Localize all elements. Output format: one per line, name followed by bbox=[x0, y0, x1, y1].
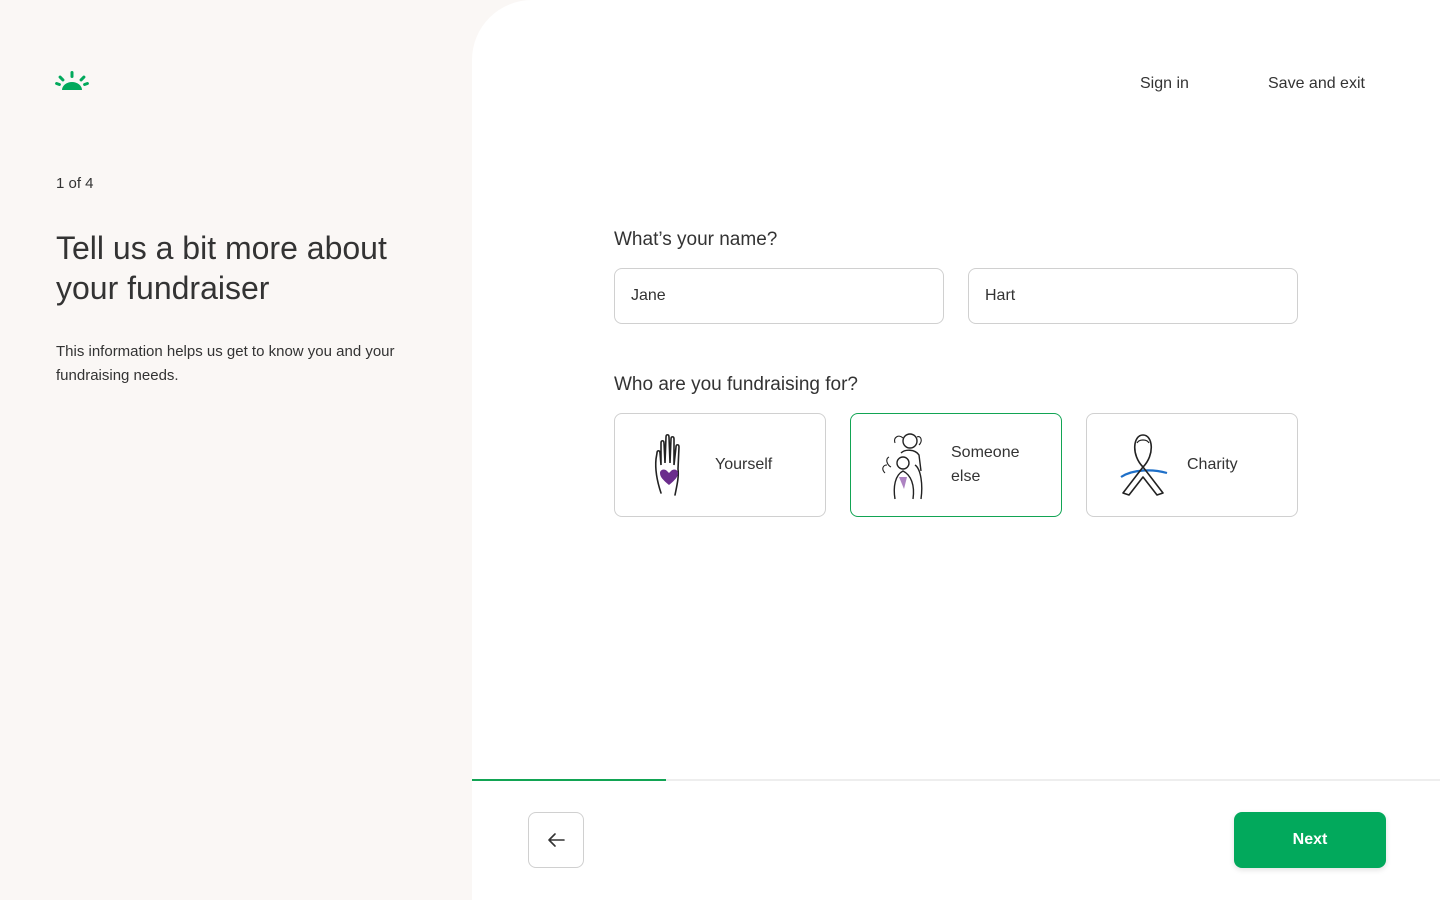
sign-in-link[interactable]: Sign in bbox=[1140, 75, 1189, 93]
progress-bar bbox=[472, 779, 1440, 781]
arrow-left-icon bbox=[548, 833, 565, 847]
option-charity[interactable]: Charity bbox=[1086, 413, 1298, 517]
first-name-input[interactable] bbox=[614, 268, 944, 324]
option-label: Yourself bbox=[715, 456, 773, 473]
page-description: This information helps us get to know yo… bbox=[56, 343, 395, 384]
option-yourself[interactable]: Yourself bbox=[614, 413, 826, 517]
back-button[interactable] bbox=[528, 812, 584, 868]
name-question: What’s your name? bbox=[614, 229, 778, 250]
main-panel: Sign in Save and exit What’s your name? … bbox=[472, 0, 1440, 900]
left-panel: 1 of 4 Tell us a bit more about your fun… bbox=[0, 0, 472, 900]
option-someone-else[interactable]: Someone else bbox=[850, 413, 1062, 517]
hand-heart-icon bbox=[654, 433, 680, 496]
option-label: Someone else bbox=[951, 444, 1020, 485]
people-hug-icon bbox=[882, 433, 923, 500]
last-name-input[interactable] bbox=[968, 268, 1298, 324]
ribbon-icon bbox=[1120, 434, 1168, 496]
save-and-exit-link[interactable]: Save and exit bbox=[1268, 75, 1365, 93]
option-label: Charity bbox=[1187, 456, 1238, 473]
step-indicator: 1 of 4 bbox=[56, 175, 94, 192]
next-button[interactable]: Next bbox=[1234, 812, 1386, 868]
progress-fill bbox=[472, 779, 666, 781]
sunrise-logo-icon[interactable] bbox=[55, 70, 89, 92]
page-title: Tell us a bit more about your fundraiser bbox=[56, 230, 387, 306]
fundraising-for-question: Who are you fundraising for? bbox=[614, 374, 858, 395]
